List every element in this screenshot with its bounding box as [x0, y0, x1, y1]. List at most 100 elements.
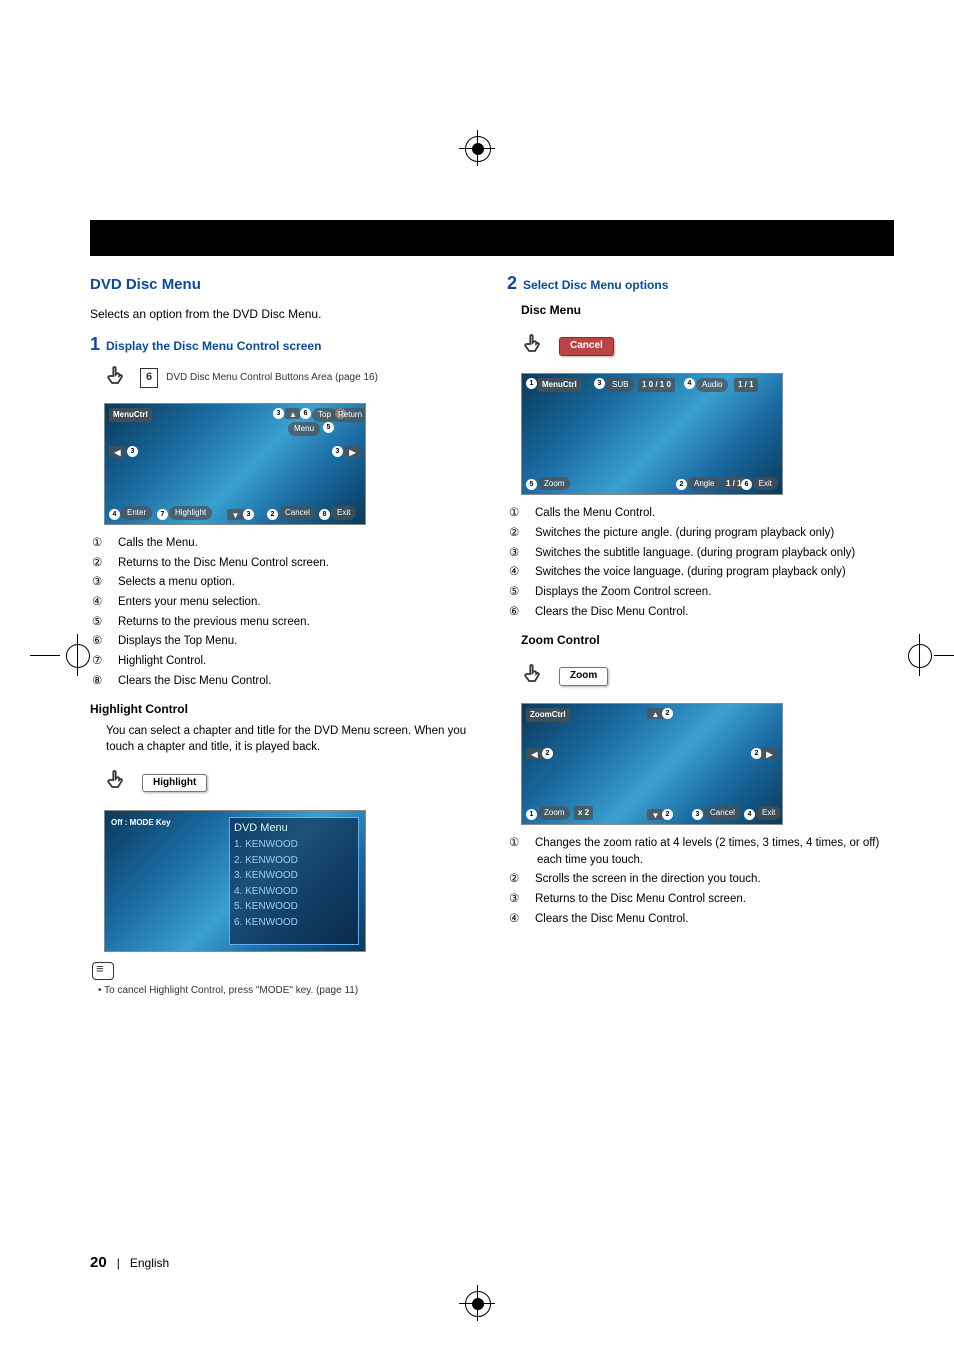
- right-column: 2 Select Disc Menu options Disc Menu Can…: [507, 274, 894, 998]
- list-item: ⑧Clears the Disc Menu Control.: [106, 673, 477, 690]
- area-number-box: 6: [140, 368, 158, 388]
- list-item: ②Switches the picture angle. (during pro…: [523, 525, 894, 542]
- step-number: 2: [507, 274, 517, 292]
- zoom-control-heading: Zoom Control: [521, 632, 894, 649]
- hand-pointer-icon: [521, 660, 549, 693]
- sub-value: 1 0 / 1 0: [638, 378, 675, 392]
- exit-label: Exit: [756, 806, 781, 820]
- right-arrow: ▶: [761, 748, 778, 759]
- callout-7: 7: [157, 509, 168, 520]
- note-icon: [92, 962, 114, 980]
- callout-5: 5: [323, 422, 334, 433]
- hand-pointer-icon: [521, 330, 549, 363]
- zoom-label: Zoom: [538, 806, 570, 820]
- disc-menu-list: ①Calls the Menu Control. ②Switches the p…: [523, 505, 894, 620]
- callout-4: 4: [109, 509, 120, 520]
- audio-label: Audio: [696, 378, 728, 392]
- callout-2: 2: [267, 509, 278, 520]
- zoom-button[interactable]: Zoom: [559, 667, 608, 686]
- callout-3c: 3: [332, 446, 343, 457]
- list-item: ⑦Highlight Control.: [106, 653, 477, 670]
- area-note-text: DVD Disc Menu Control Buttons Area (page…: [166, 371, 378, 386]
- callout-6: 6: [741, 479, 752, 490]
- registration-mark-top: [459, 130, 495, 166]
- two-column-layout: DVD Disc Menu Selects an option from the…: [90, 274, 894, 998]
- cancel-label: Cancel: [704, 806, 741, 820]
- callout-2: 2: [676, 479, 687, 490]
- left-arrow: ◀: [109, 446, 126, 457]
- callout-2d: 2: [662, 809, 673, 820]
- page: DVD Disc Menu Selects an option from the…: [0, 0, 954, 1351]
- enter-label: Enter: [121, 506, 152, 520]
- dvd-menu-title: DVD Menu: [234, 821, 354, 837]
- list-item: ⑥Displays the Top Menu.: [106, 633, 477, 650]
- menuctrl-label: MenuCtrl: [109, 408, 152, 422]
- audio-value: 1 / 1: [734, 378, 758, 392]
- crop-mark-right: [914, 640, 944, 670]
- list-item: ③Switches the subtitle language. (during…: [523, 545, 894, 562]
- dvd-menu-item: 3. KENWOOD: [234, 869, 354, 884]
- callout-5: 5: [526, 479, 537, 490]
- list-item: ①Changes the zoom ratio at 4 levels (2 t…: [523, 835, 894, 868]
- list-item: ④Switches the voice language. (during pr…: [523, 564, 894, 581]
- down-arrow: ▼: [227, 509, 244, 520]
- hand-pointer-icon: [104, 766, 132, 799]
- callout-8: 8: [319, 509, 330, 520]
- note-text: • To cancel Highlight Control, press "MO…: [104, 984, 477, 999]
- intro-text: Selects an option from the DVD Disc Menu…: [90, 306, 477, 323]
- callout-2a: 2: [662, 708, 673, 719]
- list-item: ③Returns to the Disc Menu Control screen…: [523, 891, 894, 908]
- sub-label: SUB: [606, 378, 634, 392]
- callout-4: 4: [744, 809, 755, 820]
- highlight-screenshot: Off : MODE Key DVD Menu 1. KENWOOD 2. KE…: [104, 810, 366, 952]
- header-black-bar: [90, 220, 894, 256]
- menu-label: Menu: [288, 422, 320, 436]
- exit-label: Exit: [753, 477, 778, 491]
- up-arrow: ▲: [285, 408, 300, 419]
- section-title: DVD Disc Menu: [90, 274, 477, 296]
- callout-4: 4: [684, 378, 695, 389]
- zoom-control-list: ①Changes the zoom ratio at 4 levels (2 t…: [523, 835, 894, 927]
- callout-3b: 3: [127, 446, 138, 457]
- callout-3d: 3: [243, 509, 254, 520]
- footer-sep: |: [117, 1256, 120, 1270]
- menu-control-screenshot: MenuCtrl 3 ▲ 6 Top 1 Menu 5 Return ◀ 3 3…: [104, 403, 366, 525]
- mode-key-label: Off : MODE Key: [111, 817, 171, 829]
- zoom-value: x 2: [574, 806, 593, 820]
- left-arrow: ◀: [526, 748, 543, 759]
- highlight-button[interactable]: Highlight: [142, 774, 207, 793]
- callout-1: 1: [526, 378, 537, 389]
- list-item: ⑤Displays the Zoom Control screen.: [523, 584, 894, 601]
- step-number: 1: [90, 335, 100, 353]
- callout-6: 6: [300, 408, 311, 419]
- step-1-header: 1 Display the Disc Menu Control screen: [90, 335, 477, 355]
- callout-2b: 2: [542, 748, 553, 759]
- callout-3: 3: [594, 378, 605, 389]
- list-item: ④Enters your menu selection.: [106, 594, 477, 611]
- highlight-control-body: You can select a chapter and title for t…: [106, 723, 477, 756]
- dvd-menu-panel: DVD Menu 1. KENWOOD 2. KENWOOD 3. KENWOO…: [229, 817, 359, 945]
- dvd-menu-item: 5. KENWOOD: [234, 900, 354, 915]
- list-item: ②Scrolls the screen in the direction you…: [523, 871, 894, 888]
- step-title: Select Disc Menu options: [523, 274, 668, 294]
- step-title: Display the Disc Menu Control screen: [106, 335, 321, 355]
- dvd-menu-item: 1. KENWOOD: [234, 838, 354, 853]
- list-item: ⑥Clears the Disc Menu Control.: [523, 604, 894, 621]
- hand-pointer-icon: [104, 362, 132, 396]
- list-item: ②Returns to the Disc Menu Control screen…: [106, 555, 477, 572]
- exit-label: Exit: [331, 506, 356, 520]
- zoom-button-row: Zoom: [521, 660, 894, 693]
- highlight-label: Highlight: [169, 506, 212, 520]
- footer-lang: English: [130, 1256, 169, 1270]
- return-label: Return: [332, 408, 366, 422]
- step-2-header: 2 Select Disc Menu options: [507, 274, 894, 294]
- zoom-label: Zoom: [538, 477, 570, 491]
- disc-menu-screenshot: 1 MenuCtrl 3 SUB 1 0 / 1 0 4 Audio 1 / 1…: [521, 373, 783, 495]
- page-footer: 20 | English: [90, 1254, 169, 1271]
- zoomctrl-label: ZoomCtrl: [526, 708, 570, 722]
- list-item: ⑤Returns to the previous menu screen.: [106, 614, 477, 631]
- callout-1: 1: [526, 809, 537, 820]
- page-number: 20: [90, 1254, 107, 1271]
- right-arrow: ▶: [344, 446, 361, 457]
- cancel-button[interactable]: Cancel: [559, 337, 614, 356]
